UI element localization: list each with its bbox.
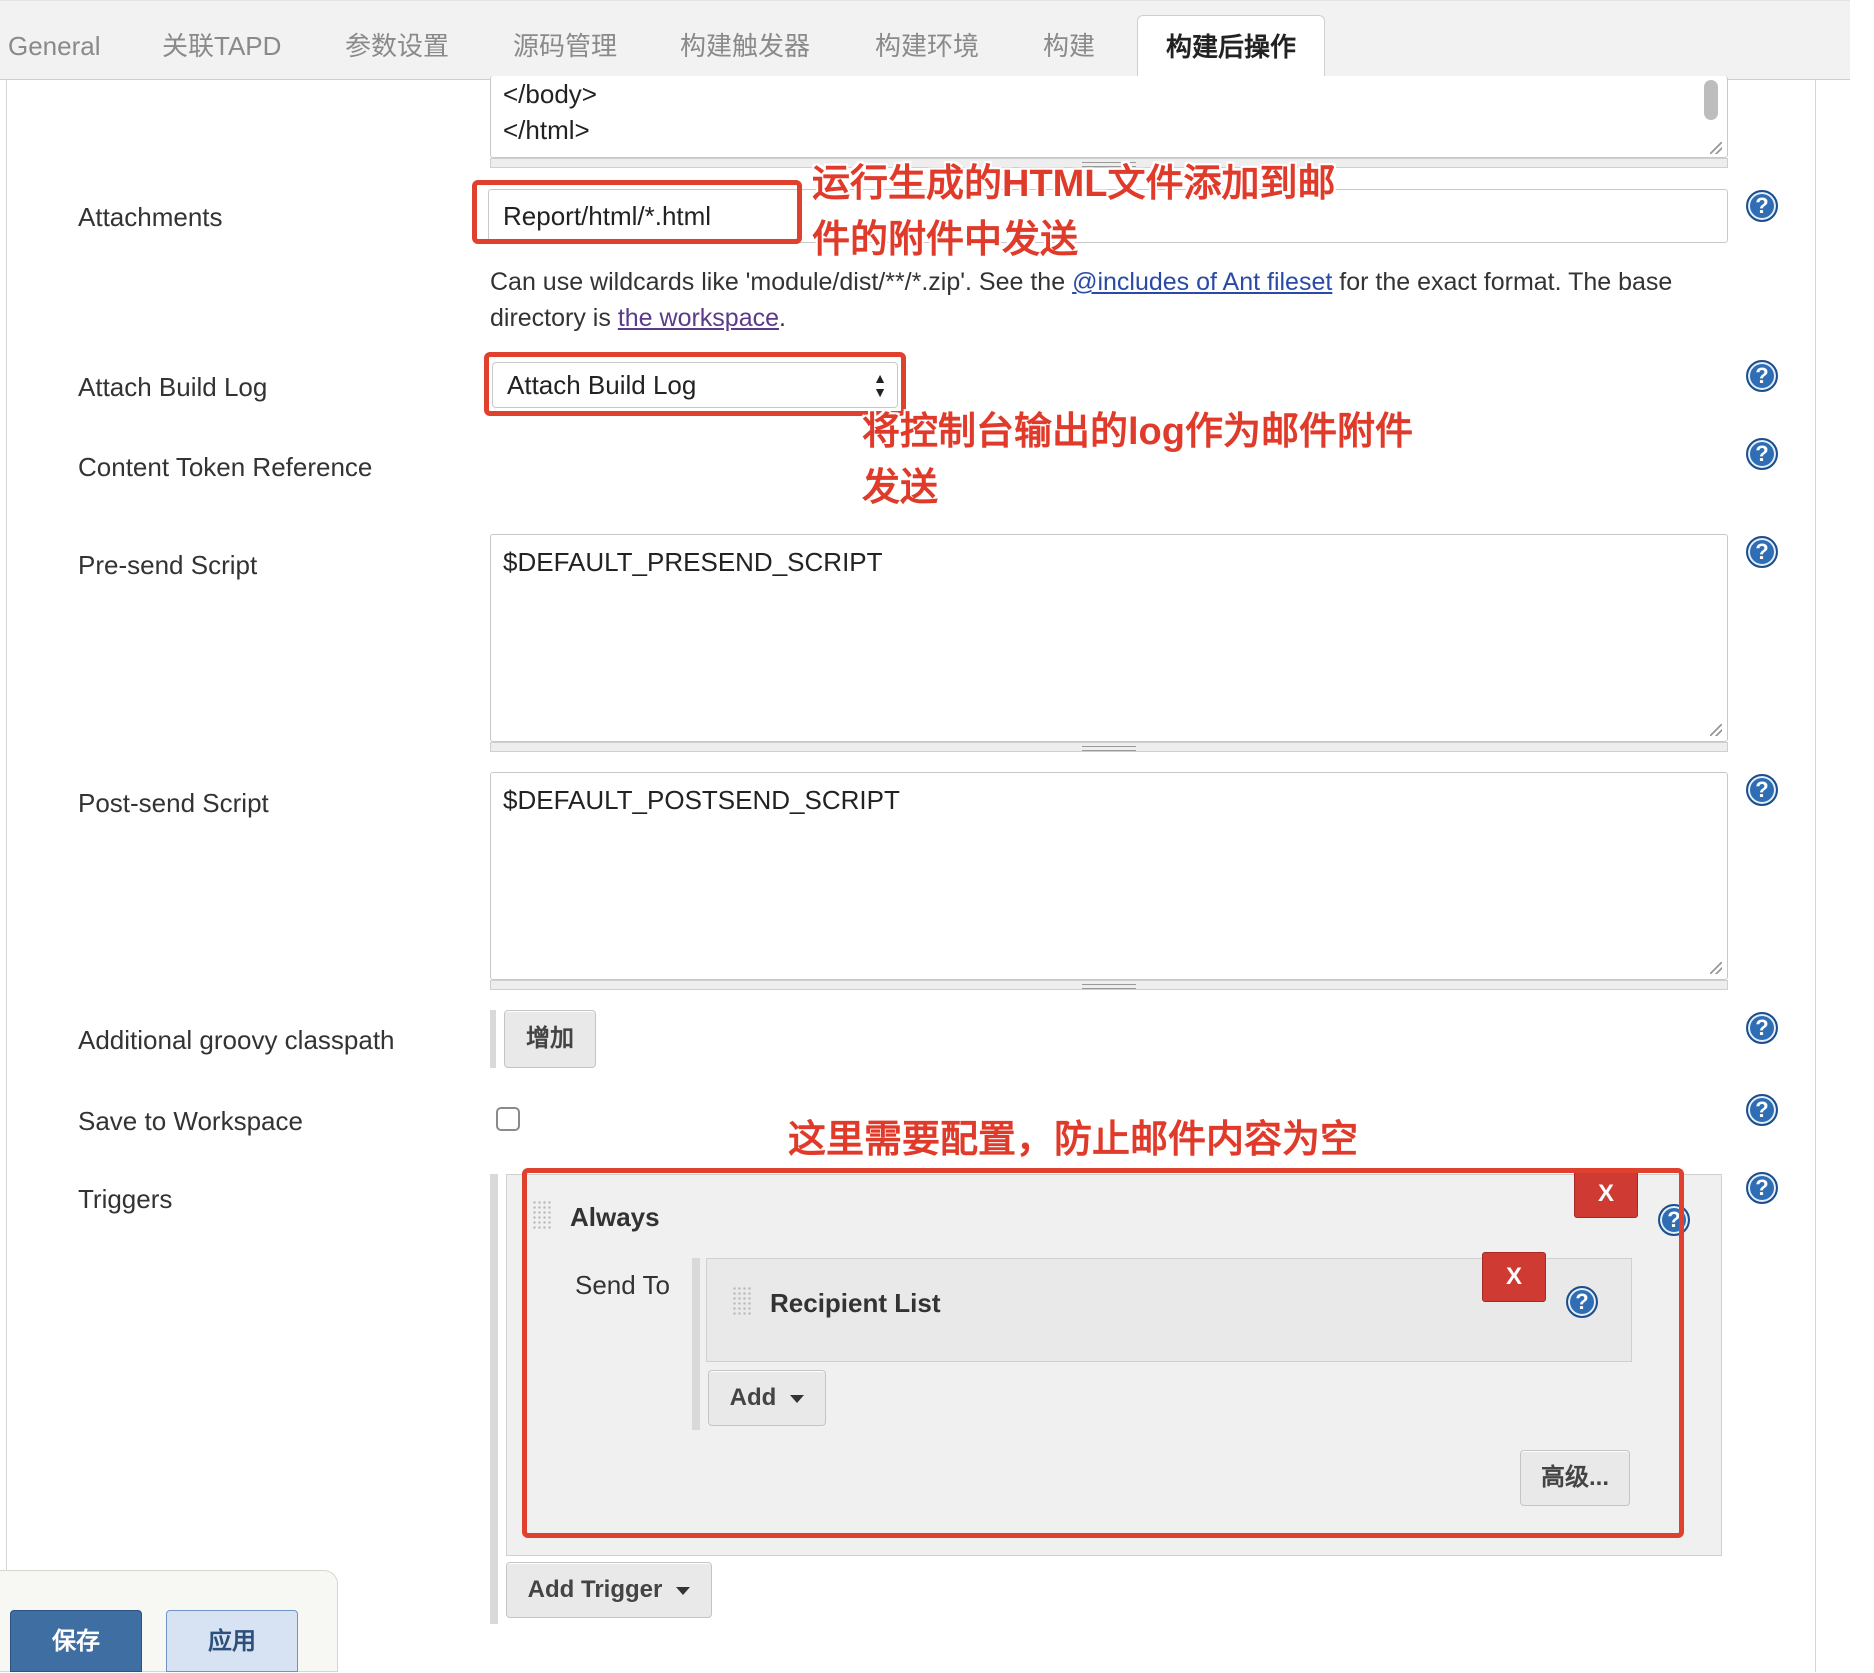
pre-send-textarea[interactable]: $DEFAULT_PRESEND_SCRIPT [490,534,1728,742]
groovy-classpath-label: Additional groovy classpath [78,1025,395,1055]
textarea-resize-bar[interactable] [490,980,1728,990]
content-token-label: Content Token Reference [78,452,373,482]
save-workspace-checkbox[interactable] [496,1107,520,1131]
save-workspace-label: Save to Workspace [78,1106,303,1136]
tab-build-environment[interactable]: 构建环境 [867,15,987,81]
attachments-description: Can use wildcards like 'module/dist/**/*… [490,268,1673,332]
apply-button[interactable]: 应用 [166,1610,298,1672]
save-button[interactable]: 保存 [10,1610,142,1672]
triggers-section-border [490,1174,498,1624]
ant-fileset-link[interactable]: @includes of Ant fileset [1072,268,1332,296]
workspace-link[interactable]: the workspace [618,304,779,332]
groovy-section-border [490,1010,496,1068]
annotation-note-build-log: 将控制台输出的log作为邮件附件 发送 [862,411,1413,509]
add-classpath-button[interactable]: 增加 [504,1010,596,1068]
help-circle-icon[interactable]: ? [1746,1094,1778,1126]
content-line: </html> [503,115,590,145]
textarea-resize-bar[interactable] [490,742,1728,752]
scrollbar-thumb[interactable] [1704,80,1718,120]
post-send-textarea[interactable]: $DEFAULT_POSTSEND_SCRIPT [490,772,1728,980]
help-circle-icon[interactable]: ? [1746,438,1778,470]
resize-grip[interactable] [1710,724,1722,736]
chevron-down-icon [676,1586,691,1595]
annotation-note-attachments: 运行生成的HTML文件添加到邮 件的附件中发送 [812,163,1336,261]
content-line: </body> [503,79,597,109]
tab-source-control[interactable]: 源码管理 [505,15,625,81]
add-trigger-button[interactable]: Add Trigger [506,1562,712,1618]
post-send-label: Post-send Script [78,788,269,818]
resize-grip[interactable] [1710,962,1722,974]
attach-build-log-label: Attach Build Log [78,372,268,402]
help-circle-icon[interactable]: ? [1746,190,1778,222]
attachments-label: Attachments [78,202,223,232]
help-circle-icon[interactable]: ? [1746,1012,1778,1044]
pre-send-label: Pre-send Script [78,550,258,580]
tab-tapd[interactable]: 关联TAPD [154,15,289,81]
help-circle-icon[interactable]: ? [1746,360,1778,392]
annotation-note-triggers: 这里需要配置，防止邮件内容为空 [788,1119,1359,1161]
add-trigger-label: Add Trigger [527,1576,663,1603]
tab-build[interactable]: 构建 [1035,15,1103,81]
triggers-label: Triggers [78,1184,173,1214]
help-circle-icon[interactable]: ? [1746,536,1778,568]
tab-build-triggers[interactable]: 构建触发器 [672,15,818,81]
tab-parameters[interactable]: 参数设置 [337,15,457,81]
resize-grip[interactable] [1710,142,1722,154]
tab-post-build[interactable]: 构建后操作 [1137,15,1326,81]
help-circle-icon[interactable]: ? [1746,774,1778,806]
tab-bar: General 关联TAPD 参数设置 源码管理 构建触发器 构建环境 构建 构… [0,0,1850,81]
default-content-textarea[interactable]: </body> </html> [490,76,1728,158]
help-circle-icon[interactable]: ? [1746,1172,1778,1204]
annotation-box-build-log [484,352,906,416]
annotation-box-triggers [522,1168,1684,1538]
annotation-box-attachments [472,180,802,244]
tab-general[interactable]: General [0,15,109,81]
